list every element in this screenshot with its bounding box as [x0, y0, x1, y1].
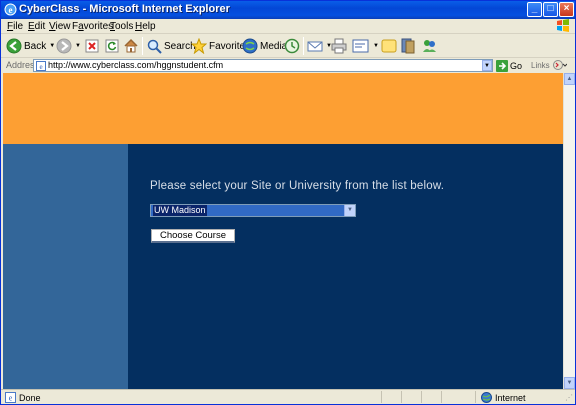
search-icon: [147, 39, 162, 54]
print-icon: [331, 38, 347, 54]
address-input[interactable]: e http://www.cyberclass.com/hggnstudent.…: [33, 59, 493, 72]
back-arrow-icon: [6, 38, 22, 54]
status-divider: [401, 391, 402, 403]
mail-button[interactable]: ▼: [307, 37, 332, 55]
menu-edit-accel: E: [28, 21, 35, 32]
header-banner: [3, 73, 563, 144]
status-bar: e Done Internet ⋰: [1, 389, 575, 404]
menu-help[interactable]: Help: [135, 21, 156, 32]
security-zone: Internet: [481, 392, 526, 403]
search-button[interactable]: Search: [147, 37, 196, 55]
close-button[interactable]: ×: [559, 2, 574, 17]
status-divider: [441, 391, 442, 403]
forward-button[interactable]: ▼: [56, 37, 81, 55]
menu-file[interactable]: File: [7, 21, 23, 32]
go-arrow-icon: [496, 59, 508, 72]
address-bar: Address e http://www.cyberclass.com/hggn…: [1, 58, 575, 73]
page-done-icon: e: [5, 392, 16, 403]
main-content: Please select your Site or University fr…: [128, 144, 563, 389]
chevron-down-icon[interactable]: ▼: [344, 205, 355, 216]
print-button[interactable]: [331, 37, 347, 55]
menu-favorites-accel: a: [78, 21, 84, 32]
instruction-text: Please select your Site or University fr…: [150, 180, 445, 192]
stop-icon: [85, 39, 99, 53]
ie-logo-icon: e: [4, 3, 17, 16]
edit-icon: [352, 39, 369, 53]
messenger-icon: [423, 40, 436, 52]
forward-dropdown-icon[interactable]: ▼: [75, 43, 81, 49]
menu-bar: File Edit View Favorites Tools Help: [1, 19, 575, 34]
edit-button[interactable]: ▼: [352, 37, 379, 55]
menu-view-label: iew: [55, 21, 71, 32]
status-divider: [475, 391, 476, 403]
menu-file-label: ile: [13, 21, 24, 32]
address-dropdown-icon[interactable]: ▼: [482, 60, 492, 71]
forward-arrow-icon: [56, 38, 72, 54]
menu-favorites[interactable]: Favorites: [72, 21, 113, 32]
menu-tools[interactable]: Tools: [110, 21, 133, 32]
menu-edit[interactable]: Edit: [28, 21, 45, 32]
toolbar-separator: [303, 37, 304, 55]
links-chevron-icon[interactable]: [553, 59, 567, 71]
edit-dropdown-icon[interactable]: ▼: [373, 43, 379, 49]
messenger-button[interactable]: [421, 37, 437, 55]
university-select[interactable]: UW Madison ▼: [150, 204, 356, 217]
svg-text:e: e: [9, 394, 13, 403]
browser-window: e CyberClass - Microsoft Internet Explor…: [0, 0, 576, 405]
back-label: Back: [24, 40, 47, 52]
back-dropdown-icon[interactable]: ▼: [49, 43, 55, 49]
research-button[interactable]: [400, 37, 416, 55]
globe-icon: [481, 392, 492, 403]
mail-icon: [307, 41, 323, 52]
address-url: http://www.cyberclass.com/hggnstudent.cf…: [48, 60, 224, 70]
stop-button[interactable]: [85, 37, 99, 55]
discuss-icon: [381, 39, 397, 53]
svg-text:e: e: [9, 5, 13, 15]
go-label: Go: [510, 60, 523, 71]
zone-text: Internet: [495, 392, 526, 403]
window-title: CyberClass - Microsoft Internet Explorer: [19, 3, 230, 15]
svg-text:e: e: [39, 63, 42, 71]
history-icon: [284, 38, 300, 54]
page-viewport: Please select your Site or University fr…: [3, 73, 563, 389]
home-icon: [124, 38, 138, 53]
research-icon: [401, 38, 415, 54]
media-button[interactable]: Media: [242, 37, 287, 55]
left-sidebar: [3, 144, 128, 389]
menu-edit-label: dit: [34, 21, 46, 32]
history-button[interactable]: [284, 37, 300, 55]
refresh-icon: [105, 39, 119, 53]
status-text: Done: [19, 392, 41, 403]
links-label[interactable]: Links: [531, 61, 550, 70]
menu-help-label: elp: [142, 21, 156, 32]
university-select-value: UW Madison: [153, 205, 207, 216]
vertical-scrollbar[interactable]: ▲ ▼: [563, 73, 575, 389]
media-icon: [242, 38, 258, 54]
home-button[interactable]: [123, 37, 139, 55]
minimize-button[interactable]: _: [527, 2, 542, 17]
status-done: e Done: [5, 392, 41, 403]
maximize-button[interactable]: □: [543, 2, 558, 17]
toolbar-separator: [142, 37, 143, 55]
status-divider: [421, 391, 422, 403]
standard-toolbar: Back ▼ ▼ Search Favorites Media ▼ ▼: [1, 34, 575, 58]
star-icon: [191, 38, 207, 54]
refresh-button[interactable]: [105, 37, 119, 55]
page-icon: e: [36, 61, 46, 71]
menu-tools-label: ools: [115, 21, 134, 32]
scroll-down-icon[interactable]: ▼: [564, 377, 575, 389]
title-bar[interactable]: e CyberClass - Microsoft Internet Explor…: [1, 1, 575, 19]
choose-course-button[interactable]: Choose Course: [151, 229, 235, 243]
back-button[interactable]: Back ▼: [6, 37, 55, 55]
windows-logo-icon: [557, 19, 569, 32]
menu-view[interactable]: View: [49, 21, 71, 32]
go-button[interactable]: Go: [496, 59, 522, 72]
status-divider: [381, 391, 382, 403]
discuss-button[interactable]: [381, 37, 397, 55]
resize-grip-icon[interactable]: ⋰: [565, 393, 573, 402]
scroll-up-icon[interactable]: ▲: [564, 73, 575, 85]
